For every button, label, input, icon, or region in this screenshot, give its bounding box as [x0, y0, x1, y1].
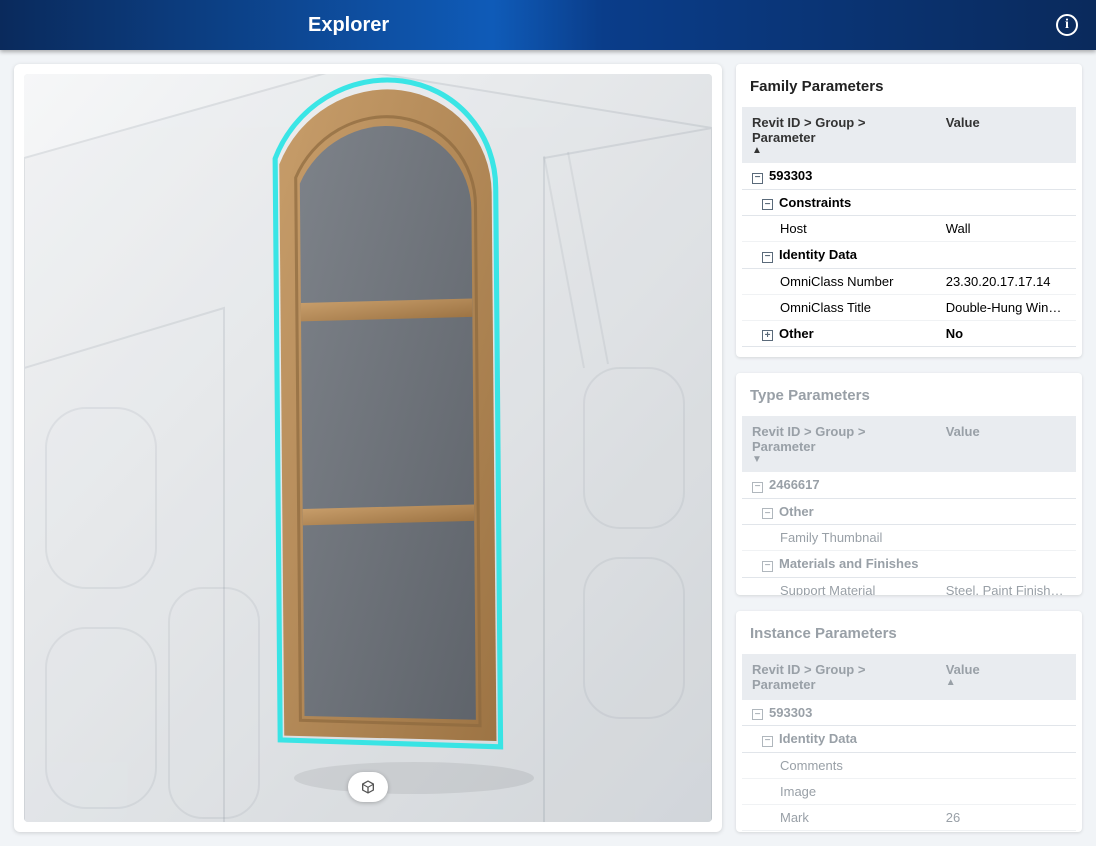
expand-icon[interactable]: +	[762, 330, 773, 341]
table-row[interactable]: −2466617	[742, 472, 1076, 498]
app-header: Explorer i	[0, 0, 1096, 50]
group-label: Identity Data	[779, 247, 857, 262]
sort-asc-icon: ▲	[946, 679, 1066, 687]
cell-label: 593303	[769, 705, 812, 720]
collapse-icon[interactable]: −	[762, 199, 773, 210]
cell-label: 593303	[769, 168, 812, 183]
instance-parameters-panel: Instance ParametersRevit ID > Group > Pa…	[736, 611, 1082, 833]
table-row[interactable]: −593303	[742, 163, 1076, 189]
column-header-param[interactable]: Revit ID > Group > Parameter▲	[742, 107, 936, 163]
cell-label: Image	[752, 784, 816, 799]
cell-label: Host	[752, 221, 807, 236]
column-header-value[interactable]: Value	[936, 107, 1076, 163]
panel-title: Instance Parameters	[736, 611, 1082, 654]
parameters-table: Revit ID > Group > Parameter▲Value−59330…	[742, 107, 1076, 347]
panel-title: Family Parameters	[736, 64, 1082, 107]
cell-label: Support Material	[752, 583, 875, 595]
cell-label: OmniClass Title	[752, 300, 871, 315]
group-label: Constraints	[779, 195, 851, 210]
right-column: Family ParametersRevit ID > Group > Para…	[736, 64, 1082, 832]
table-row[interactable]: Image	[742, 778, 1076, 804]
panel-body: Revit ID > Group > Parameter▲Value−59330…	[736, 107, 1082, 357]
table-row[interactable]: Family Thumbnail	[742, 525, 1076, 551]
table-row[interactable]: −Materials and Finishes	[742, 551, 1076, 578]
column-header-param[interactable]: Revit ID > Group > Parameter	[742, 654, 936, 700]
table-row[interactable]: −Identity Data	[742, 242, 1076, 269]
cell-value: Steel, Paint Finish, ...	[946, 583, 1069, 595]
table-row[interactable]: −Other	[742, 498, 1076, 525]
cell-value: Double-Hung Windows	[946, 300, 1076, 315]
group-label: Other	[779, 326, 814, 341]
group-label: Materials and Finishes	[779, 556, 918, 571]
group-label: Other	[779, 504, 814, 519]
cell-label: Family Thumbnail	[752, 530, 882, 545]
cell-label: Mark	[752, 810, 809, 825]
app-body: Family ParametersRevit ID > Group > Para…	[0, 50, 1096, 846]
family-parameters-panel: Family ParametersRevit ID > Group > Para…	[736, 64, 1082, 357]
model-viewport[interactable]	[24, 74, 712, 822]
cell-value: 23.30.20.17.17.14	[946, 274, 1051, 289]
group-label: Identity Data	[779, 731, 857, 746]
collapse-icon[interactable]: −	[752, 173, 763, 184]
parameters-table: Revit ID > Group > ParameterValue▲−59330…	[742, 654, 1076, 833]
cell-value: No	[946, 326, 963, 341]
viewcube-button[interactable]	[348, 772, 388, 802]
table-row[interactable]: Mark 26	[742, 804, 1076, 830]
viewport-card	[14, 64, 722, 832]
collapse-icon[interactable]: −	[752, 709, 763, 720]
column-header-value[interactable]: Value▲	[936, 654, 1076, 700]
cell-label: OmniClass Number	[752, 274, 893, 289]
table-row[interactable]: −IFC Parameters	[742, 830, 1076, 832]
sort-asc-icon: ▲	[752, 147, 926, 155]
page-title: Explorer	[308, 14, 389, 37]
table-row[interactable]: + Other No	[742, 320, 1076, 347]
collapse-icon[interactable]: −	[762, 508, 773, 519]
column-header-param[interactable]: Revit ID > Group > Parameter▼	[742, 416, 936, 472]
table-row[interactable]: Comments	[742, 752, 1076, 778]
cell-value: 26	[946, 810, 960, 825]
cell-label: Comments	[752, 758, 843, 773]
table-row[interactable]: OmniClass Title Double-Hung Windows	[742, 294, 1076, 320]
panel-title: Type Parameters	[736, 373, 1082, 416]
cell-value: Wall	[946, 221, 971, 236]
sort-desc-icon: ▼	[752, 456, 926, 464]
panel-body: Revit ID > Group > ParameterValue▲−59330…	[736, 654, 1082, 833]
table-row[interactable]: −Constraints	[742, 189, 1076, 216]
panel-body: Revit ID > Group > Parameter▼Value−24666…	[736, 416, 1082, 595]
table-row[interactable]: −Identity Data	[742, 726, 1076, 753]
table-row[interactable]: OmniClass Number 23.30.20.17.17.14	[742, 268, 1076, 294]
column-header-value[interactable]: Value	[936, 416, 1076, 472]
table-row[interactable]: Host Wall	[742, 216, 1076, 242]
collapse-icon[interactable]: −	[762, 252, 773, 263]
cell-label: 2466617	[769, 477, 820, 492]
cube-icon	[360, 779, 376, 795]
collapse-icon[interactable]: −	[762, 736, 773, 747]
table-row[interactable]: −593303	[742, 700, 1076, 726]
table-row[interactable]: Support Material Steel, Paint Finish, ...	[742, 577, 1076, 595]
parameters-table: Revit ID > Group > Parameter▼Value−24666…	[742, 416, 1076, 595]
collapse-icon[interactable]: −	[762, 561, 773, 572]
collapse-icon[interactable]: −	[752, 482, 763, 493]
info-icon[interactable]: i	[1056, 14, 1078, 36]
type-parameters-panel: Type ParametersRevit ID > Group > Parame…	[736, 373, 1082, 595]
